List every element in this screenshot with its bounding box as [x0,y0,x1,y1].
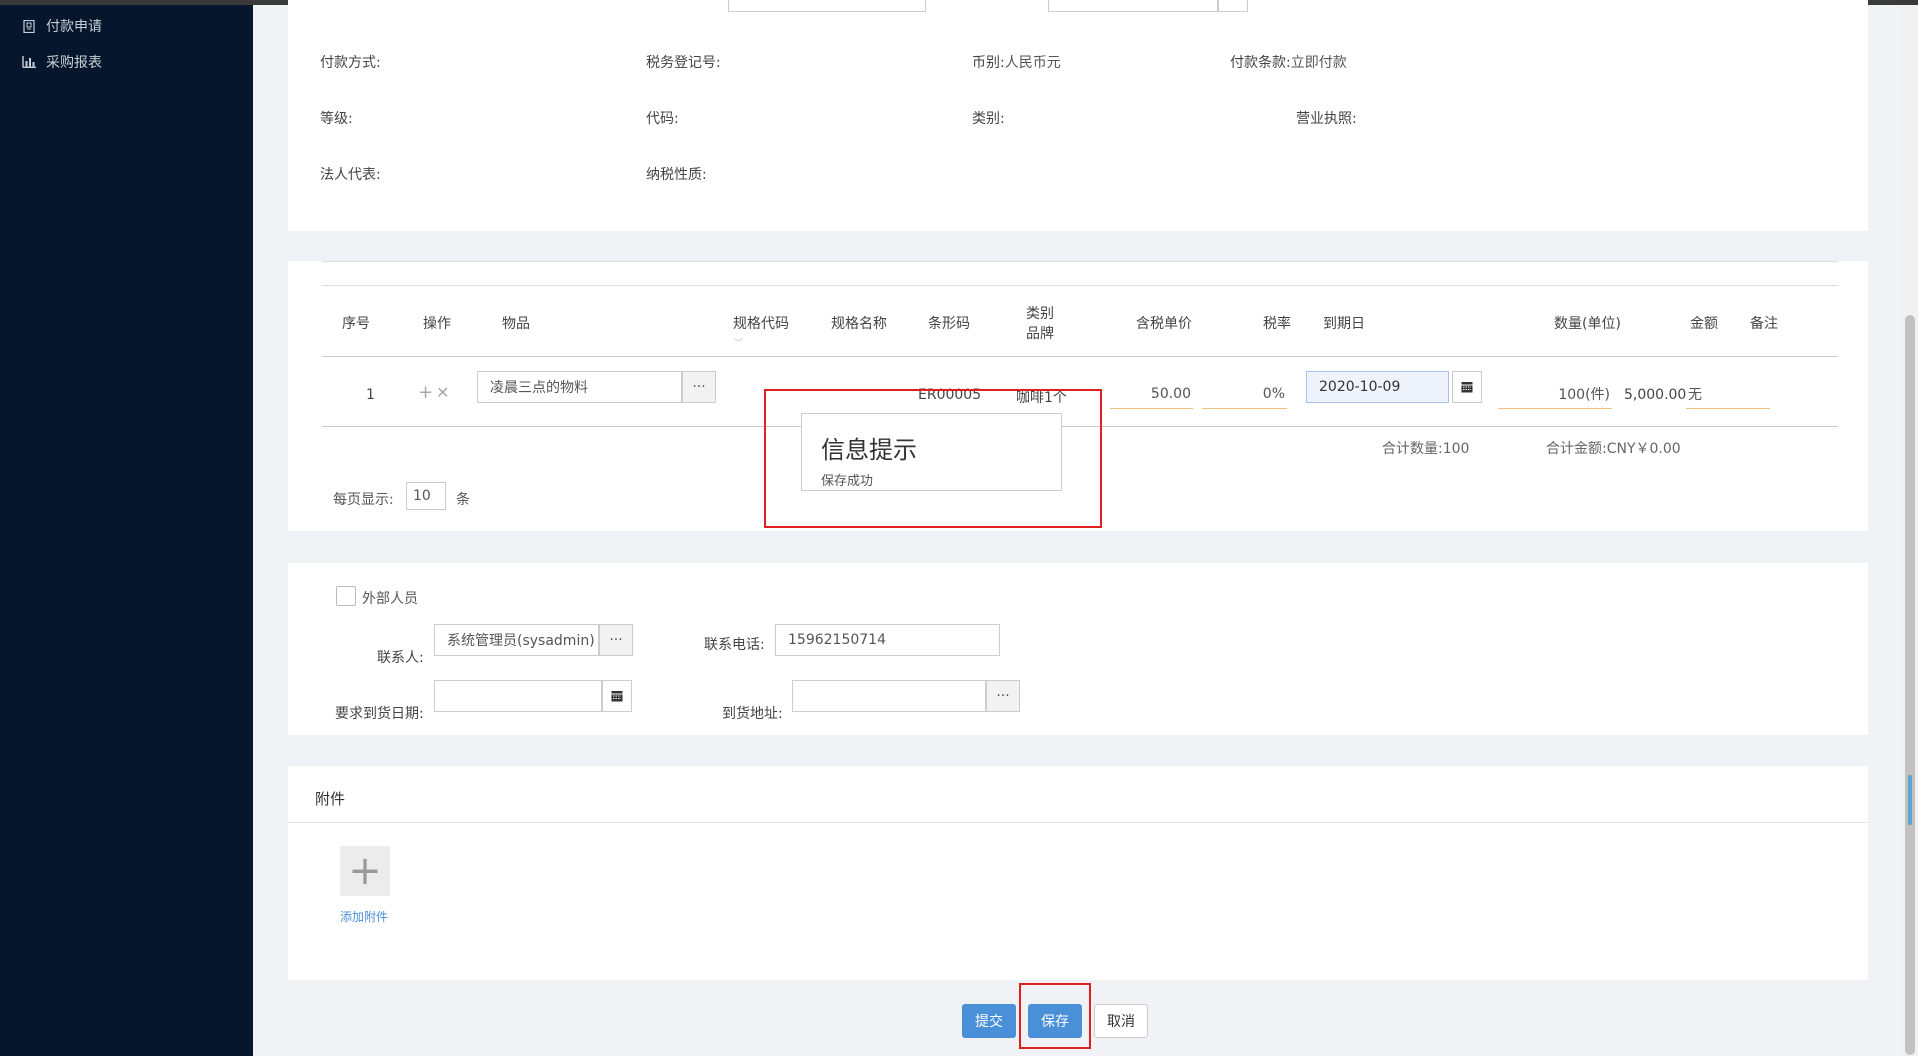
cancel-button[interactable]: 取消 [1094,1004,1148,1038]
th-price: 含税单价 [1136,316,1192,332]
total-qty-label: 合计数量: [1382,441,1443,457]
add-attachment-button[interactable]: + [340,846,390,896]
contact-picker-button[interactable]: ··· [599,624,633,656]
table-top-border [322,261,1838,262]
payment-terms-value: 立即付款 [1290,55,1347,71]
truncated-field[interactable] [1048,0,1218,12]
category-label: 类别: [972,111,1005,127]
scrollbar-thumb[interactable] [1905,315,1915,1055]
payment-method-label: 付款方式: [320,55,381,71]
truncated-field[interactable] [728,0,926,12]
due-date-input[interactable]: 2020-10-09 [1306,371,1449,403]
sidebar: 付款申请 采购报表 [0,5,253,1056]
item-input[interactable]: 凌晨三点的物料 [477,371,682,403]
note-input[interactable]: 无 [1686,379,1770,409]
code-label: 代码: [646,111,679,127]
divider [288,822,1868,823]
total-amount-value: CNY￥0.00 [1606,441,1681,457]
payment-terms-label: 付款条款:立即付款 [1230,52,1347,72]
grade-label: 等级: [320,111,353,127]
row-seq: 1 [366,387,375,403]
document-icon [22,19,36,33]
delivery-date-label: 要求到货日期: [335,706,424,722]
sidebar-item-label: 采购报表 [46,55,102,71]
th-op: 操作 [423,316,451,332]
legal-rep-label: 法人代表: [320,167,381,183]
th-spec-code: 规格代码 [733,316,789,332]
th-due: 到期日 [1323,316,1365,332]
contact-input[interactable]: 系统管理员(sysadmin) [434,624,599,656]
add-row-icon[interactable]: + [418,382,433,403]
external-label: 外部人员 [362,591,418,607]
tax-rate-input[interactable]: 0% [1202,379,1287,409]
sidebar-item-payment-request[interactable]: 付款申请 [22,14,102,38]
vertical-scrollbar[interactable] [1901,5,1918,1056]
th-item: 物品 [502,316,530,332]
page-size-input[interactable]: 10 [406,482,446,510]
th-seq: 序号 [342,316,370,332]
address-picker-button[interactable]: ··· [986,680,1020,712]
vendor-info-panel: 付款方式: 税务登记号: 币别:人民币元 付款条款:立即付款 等级: 代码: 类… [288,0,1868,231]
th-note: 备注 [1750,316,1778,332]
main-content: 付款方式: 税务登记号: 币别:人民币元 付款条款:立即付款 等级: 代码: 类… [253,0,1918,1056]
total-qty: 合计数量:100 [1382,438,1469,458]
calendar-icon[interactable] [602,680,632,712]
sidebar-item-label: 付款申请 [46,19,102,35]
price-input[interactable]: 50.00 [1110,379,1193,409]
th-amount: 金额 [1690,316,1718,332]
calendar-icon[interactable] [1452,371,1482,403]
currency-label-text: 币别: [972,55,1005,71]
sidebar-item-purchase-report[interactable]: 采购报表 [22,50,102,74]
currency-value: 人民币元 [1004,55,1061,71]
th-spec-name: 规格名称 [831,316,887,332]
bar-chart-icon [22,55,36,69]
table-header: 序号 操作 物品 规格代码 ﹀ 规格名称 条形码 类别 品牌 含税单价 税率 到… [322,285,1838,357]
phone-input[interactable]: 15962150714 [775,624,1000,656]
payment-terms-label-text: 付款条款: [1230,55,1291,71]
delivery-date-input[interactable] [434,680,602,712]
page-size-unit: 条 [456,492,470,508]
th-tax: 税率 [1263,316,1291,332]
highlight-box-save [1019,983,1091,1049]
row-amount: 5,000.00 [1624,387,1687,403]
th-brand: 品牌 [1026,326,1054,342]
highlight-box-toast [764,389,1102,528]
attachments-panel: 附件 + 添加附件 [288,766,1868,980]
address-label: 到货地址: [722,706,783,722]
address-input[interactable] [792,680,986,712]
tax-reg-label: 税务登记号: [646,55,721,71]
contact-label: 联系人: [377,650,424,666]
th-category: 类别 [1026,306,1054,322]
th-qty: 数量(单位) [1554,316,1621,332]
total-amount: 合计金额:CNY￥0.00 [1546,438,1681,458]
scroll-indicator [1908,775,1912,825]
phone-label: 联系电话: [704,637,765,653]
sort-chevron-icon[interactable]: ﹀ [734,336,743,349]
th-barcode: 条形码 [928,316,970,332]
delete-row-icon[interactable]: ✕ [436,383,449,402]
quantity-input[interactable]: 100(件) [1498,379,1612,409]
attachments-title: 附件 [315,790,346,808]
add-attachment-link[interactable]: 添加附件 [340,908,388,925]
tax-nature-label: 纳税性质: [646,167,707,183]
external-checkbox[interactable] [336,586,356,606]
contact-panel: 外部人员 联系人: 系统管理员(sysadmin) ··· 联系电话: 1596… [288,563,1868,735]
license-label: 营业执照: [1296,111,1357,127]
item-picker-button[interactable]: ··· [682,371,716,403]
currency-label: 币别:人民币元 [972,52,1061,72]
plus-icon: + [348,848,382,894]
truncated-button[interactable] [1218,0,1248,12]
total-qty-value: 100 [1442,441,1470,457]
total-amount-label: 合计金额: [1546,441,1607,457]
page-size-label: 每页显示: [333,492,394,508]
submit-button[interactable]: 提交 [962,1004,1016,1038]
